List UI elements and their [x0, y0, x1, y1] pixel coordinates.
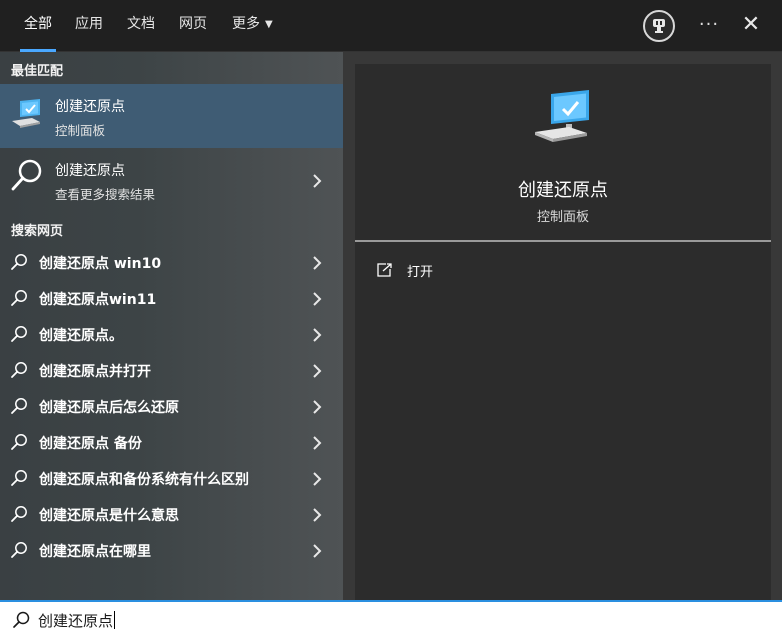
best-match-heading: 最佳匹配	[11, 64, 64, 79]
web-suggestion-item[interactable]: 创建还原点 win10	[0, 244, 343, 280]
web-suggestion-item[interactable]: 创建还原点在哪里	[0, 532, 343, 568]
tab-all[interactable]: 全部	[20, 0, 56, 52]
tab-documents[interactable]: 文档	[127, 0, 155, 52]
search-icon	[10, 505, 28, 523]
web-suggestion-item[interactable]: 创建还原点和备份系统有什么区别	[0, 460, 343, 496]
chevron-right-icon	[311, 291, 323, 306]
chevron-right-icon	[311, 471, 323, 486]
search-icon	[10, 433, 28, 451]
search-icon	[10, 361, 28, 379]
search-icon	[10, 397, 28, 415]
search-icon	[12, 611, 30, 629]
search-icon	[10, 469, 28, 487]
web-suggestion-item[interactable]: 创建还原点并打开	[0, 352, 343, 388]
more-results-subtitle: 查看更多搜索结果	[55, 187, 156, 202]
tab-more[interactable]: 更多 ▼	[232, 0, 273, 52]
web-suggestion-item[interactable]: 创建还原点。	[0, 316, 343, 352]
chevron-right-icon	[311, 435, 323, 450]
search-icon	[10, 541, 28, 559]
chevron-right-icon	[311, 363, 323, 378]
chevron-right-icon	[311, 173, 323, 188]
chevron-right-icon	[311, 543, 323, 558]
web-suggestion-item[interactable]: 创建还原点是什么意思	[0, 496, 343, 532]
divider	[355, 240, 771, 242]
more-results-title: 创建还原点	[55, 163, 125, 179]
tab-documents-label: 文档	[127, 16, 155, 32]
results-panel: 最佳匹配 创建还原点 控制面板 创建还原点 查看更多搜索结果 搜索网页 创建还原…	[0, 52, 343, 600]
more-options-icon[interactable]: ···	[693, 10, 725, 42]
web-suggestion-label: 创建还原点win11	[39, 292, 157, 308]
web-suggestion-label: 创建还原点 win10	[39, 256, 162, 272]
web-suggestion-label: 创建还原点后怎么还原	[39, 400, 179, 416]
search-icon	[10, 158, 44, 192]
best-match-subtitle: 控制面板	[55, 123, 106, 138]
search-input[interactable]: 创建还原点	[38, 610, 116, 631]
web-suggestion-item[interactable]: 创建还原点 备份	[0, 424, 343, 460]
preview-card: 创建还原点 控制面板 打开	[355, 64, 771, 600]
preview-subtitle: 控制面板	[536, 210, 589, 225]
web-suggestion-label: 创建还原点 备份	[39, 436, 142, 452]
close-icon[interactable]: ✕	[735, 10, 767, 42]
search-icon	[10, 325, 28, 343]
tab-more-label: 更多	[232, 16, 260, 32]
web-suggestion-label: 创建还原点在哪里	[39, 544, 151, 560]
tab-all-label: 全部	[24, 16, 52, 32]
computer-checkmark-icon	[533, 88, 593, 148]
open-action-label: 打开	[407, 265, 434, 280]
text-cursor	[114, 611, 116, 629]
best-match-item[interactable]: 创建还原点 控制面板	[0, 84, 343, 148]
web-suggestion-label: 创建还原点是什么意思	[39, 508, 179, 524]
search-box[interactable]: 创建还原点	[0, 600, 782, 638]
tab-web[interactable]: 网页	[179, 0, 207, 52]
more-results-item[interactable]: 创建还原点 查看更多搜索结果	[0, 152, 343, 208]
web-suggestion-item[interactable]: 创建还原点后怎么还原	[0, 388, 343, 424]
search-icon	[10, 289, 28, 307]
web-suggestion-label: 创建还原点并打开	[39, 364, 151, 380]
chevron-right-icon	[311, 255, 323, 270]
search-input-value: 创建还原点	[38, 612, 114, 630]
best-match-title: 创建还原点	[55, 99, 125, 115]
web-suggestion-label: 创建还原点和备份系统有什么区别	[39, 472, 249, 488]
preview-panel: 创建还原点 控制面板 打开	[343, 52, 782, 600]
tab-apps-label: 应用	[75, 16, 103, 32]
tab-web-label: 网页	[179, 16, 207, 32]
preview-title: 创建还原点	[518, 180, 608, 201]
web-suggestion-item[interactable]: 创建还原点win11	[0, 280, 343, 316]
web-suggestion-label: 创建还原点。	[39, 328, 123, 344]
search-icon	[10, 253, 28, 271]
open-icon	[377, 262, 393, 277]
tab-apps[interactable]: 应用	[75, 0, 103, 52]
search-web-heading: 搜索网页	[11, 224, 64, 239]
chevron-right-icon	[311, 399, 323, 414]
user-avatar-icon[interactable]	[643, 10, 675, 42]
chevron-right-icon	[311, 507, 323, 522]
top-bar: 全部 应用 文档 网页 更多 ▼ ··· ✕	[0, 0, 782, 52]
chevron-down-icon: ▼	[265, 19, 273, 30]
computer-checkmark-icon	[10, 97, 44, 131]
chevron-right-icon	[311, 327, 323, 342]
